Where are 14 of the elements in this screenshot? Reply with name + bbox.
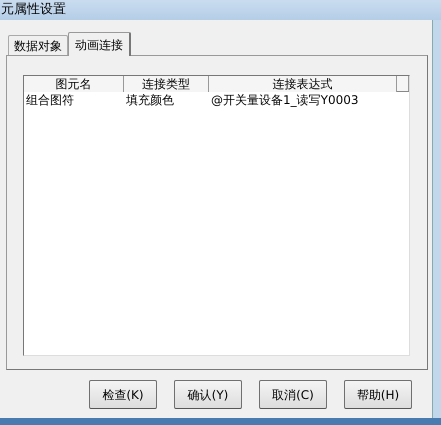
table-cell-text: @开关量设备1_读写Y0003 (210, 94, 360, 106)
dialog-button[interactable]: 确认(Y) (174, 380, 242, 409)
dialog-button[interactable]: 检查(K) (89, 380, 157, 409)
table-cell-text: 组合图符 (25, 94, 75, 106)
table-cell-text: 填充颜色 (125, 94, 175, 106)
tab[interactable]: 数据对象 (8, 35, 68, 55)
dialog-button[interactable]: 帮助(H) (344, 380, 412, 409)
column-header[interactable]: 连接类型 (124, 76, 209, 92)
column-header[interactable]: 连接表达式 (209, 76, 397, 92)
column-header[interactable] (397, 76, 409, 91)
column-header[interactable]: 图元名 (24, 76, 124, 92)
tab[interactable]: 动画连接 (68, 32, 131, 56)
window-title: 元属性设置 (1, 1, 66, 20)
dialog-button[interactable]: 取消(C) (259, 380, 327, 409)
